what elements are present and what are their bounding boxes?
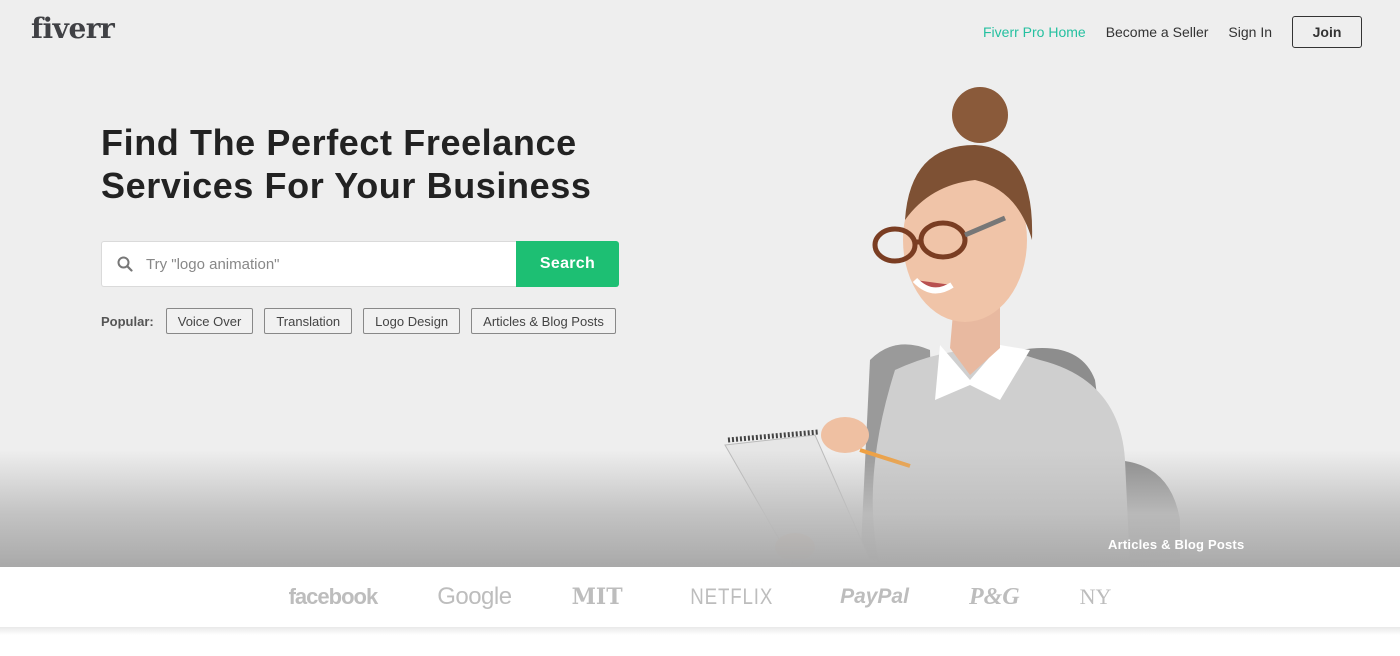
- hair-bun: [952, 87, 1008, 143]
- search-button[interactable]: Search: [516, 241, 619, 287]
- brand-mit-logo: MIT: [571, 584, 623, 610]
- brand-paypal-logo: PayPal: [840, 585, 909, 608]
- nav-sign-in[interactable]: Sign In: [1228, 24, 1272, 40]
- brand-facebook-logo: facebook: [288, 584, 379, 609]
- search-bar: Search: [101, 241, 619, 287]
- hero-section: fiverr Fiverr Pro Home Become a Seller S…: [0, 0, 1400, 567]
- join-button[interactable]: Join: [1292, 16, 1362, 48]
- headline-line-2: Services For Your Business: [101, 165, 592, 206]
- trusted-by-bar: facebook Google MIT NETFLIX PayPal P&G N…: [0, 567, 1400, 627]
- search-field[interactable]: [101, 241, 516, 287]
- search-icon: [117, 256, 133, 272]
- brand-netflix-logo: NETFLIX: [689, 584, 773, 609]
- popular-chip-translation[interactable]: Translation: [264, 308, 353, 334]
- section-divider: [0, 627, 1400, 635]
- brand-pg-logo: P&G: [968, 583, 1020, 610]
- nav-become-seller[interactable]: Become a Seller: [1106, 24, 1209, 40]
- popular-searches: Popular: Voice Over Translation Logo Des…: [101, 308, 627, 334]
- popular-chip-articles-blog-posts[interactable]: Articles & Blog Posts: [471, 308, 616, 334]
- brand-google-logo: Google: [437, 583, 512, 610]
- hero-image-caption: Articles & Blog Posts: [1108, 537, 1245, 552]
- headline-line-1: Find The Perfect Freelance: [101, 122, 577, 163]
- brand-yankees-logo: NY: [1079, 584, 1112, 609]
- popular-label: Popular:: [101, 313, 154, 329]
- search-input[interactable]: [146, 255, 486, 273]
- nav-fiverr-pro-home[interactable]: Fiverr Pro Home: [983, 24, 1086, 40]
- hero-headline: Find The Perfect Freelance Services For …: [101, 121, 591, 207]
- popular-chip-logo-design[interactable]: Logo Design: [363, 308, 461, 334]
- popular-chip-voice-over[interactable]: Voice Over: [165, 308, 254, 334]
- fiverr-logo[interactable]: fiverr: [31, 12, 115, 45]
- top-nav: Fiverr Pro Home Become a Seller Sign In …: [963, 16, 1362, 48]
